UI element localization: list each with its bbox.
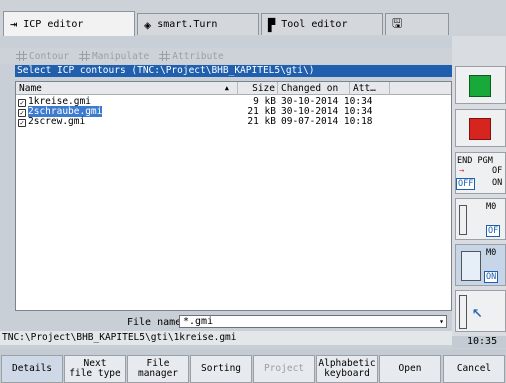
file-icon: ✓ — [18, 119, 26, 127]
grid-icon — [16, 51, 27, 61]
arrow-up-left-icon: ↖ — [472, 301, 483, 322]
off-badge: OF — [486, 225, 501, 237]
column-size[interactable]: Size — [238, 82, 278, 95]
vertical-softkey-panel: END PGM → OF OFF ON M0 OF M0 ON ↖ — [452, 36, 506, 336]
tab-icp-editor[interactable]: ⇥ ICP editor — [3, 11, 135, 36]
file-size: 21 kB — [247, 116, 276, 127]
softkey-cancel[interactable]: Cancel — [443, 355, 505, 383]
clock: 10:35 — [452, 336, 506, 348]
m01-label: M0 — [486, 202, 497, 212]
arrow-to-bar-icon: ⇥ — [10, 17, 18, 31]
softkey-next-file-type[interactable]: Next file type — [64, 355, 126, 383]
diamond-arrows-icon: ◈ — [144, 17, 152, 32]
arrow-right-icon: → — [459, 166, 465, 176]
menu-contour[interactable]: Contour — [16, 51, 69, 62]
tab-label: ICP editor — [23, 18, 84, 30]
m00-label: M0 — [486, 248, 497, 258]
tool-icon: ▛ — [268, 17, 276, 32]
end-pgm-label: END PGM — [457, 156, 493, 166]
softkey-m00[interactable]: M0 ON — [455, 244, 506, 286]
column-name[interactable]: Name ▲ — [16, 82, 238, 95]
column-changed[interactable]: Changed on — [278, 82, 350, 95]
softkey-m01[interactable]: M0 OF — [455, 198, 506, 240]
grid-icon — [159, 51, 171, 61]
on-label: ON — [492, 178, 503, 188]
softkey-cycle-start[interactable] — [455, 66, 506, 104]
tab-bar: ⇥ ICP editor ◈ smart.Turn ▛ Tool editor … — [0, 0, 506, 36]
rail-icon — [459, 205, 467, 235]
softkey-alphabetic-keyboard[interactable]: Alphabetic keyboard — [316, 355, 378, 383]
tab-smart-turn[interactable]: ◈ smart.Turn — [137, 13, 259, 35]
file-name-input[interactable]: *.gmi — [179, 315, 447, 328]
file-name: 2screw.gmi — [28, 116, 86, 127]
table-row[interactable]: ✓ 2screw.gmi 21 kB 09-07-2014 10:18 — [16, 117, 451, 127]
cycle-start-icon — [469, 75, 491, 97]
chevron-down-icon[interactable]: ▾ — [436, 316, 447, 327]
dialog-title: Select ICP contours (TNC:\Project\BHB_KA… — [15, 65, 452, 77]
tab-save[interactable]: 🖫 — [385, 13, 449, 35]
file-changed: 09-07-2014 10:18 — [281, 116, 373, 127]
softkey-cycle-stop[interactable] — [455, 109, 506, 147]
column-attributes[interactable]: Att… — [350, 82, 390, 95]
sort-up-icon: ▲ — [224, 84, 229, 92]
menu-attribute[interactable]: Attribute — [159, 51, 224, 62]
rail-icon — [459, 295, 467, 329]
off-badge: OFF — [456, 178, 476, 190]
softkey-project: Project — [253, 355, 315, 383]
off-label: OF — [492, 166, 503, 176]
menu-manipulate[interactable]: Manipulate — [79, 51, 149, 62]
on-badge: ON — [484, 271, 499, 283]
file-list[interactable]: Name ▲ Size Changed on Att… ✓ 1kreise.gmi… — [15, 81, 452, 311]
path-bar: TNC:\Project\BHB_KAPITEL5\gti\1kreise.gm… — [0, 331, 452, 345]
list-header: Name ▲ Size Changed on Att… — [16, 82, 451, 95]
tab-label: smart.Turn — [157, 19, 218, 30]
softkey-file-manager[interactable]: File manager — [127, 355, 189, 383]
grid-icon — [79, 51, 91, 61]
pen-icon — [461, 251, 481, 281]
softkey-open[interactable]: Open — [379, 355, 441, 383]
cycle-stop-icon — [469, 118, 491, 140]
softkey-details[interactable]: Details — [1, 355, 63, 383]
file-icon: ✓ — [18, 109, 26, 117]
softkey-sorting[interactable]: Sorting — [190, 355, 252, 383]
file-icon: ✓ — [18, 99, 26, 107]
menu-bar: Contour Manipulate Attribute — [0, 48, 452, 64]
tab-tool-editor[interactable]: ▛ Tool editor — [261, 13, 383, 35]
tab-label: Tool editor — [281, 19, 348, 30]
save-icon: 🖫 — [392, 16, 403, 30]
softkey-jog[interactable]: ↖ — [455, 290, 506, 332]
softkey-end-pgm[interactable]: END PGM → OF OFF ON — [455, 152, 506, 194]
